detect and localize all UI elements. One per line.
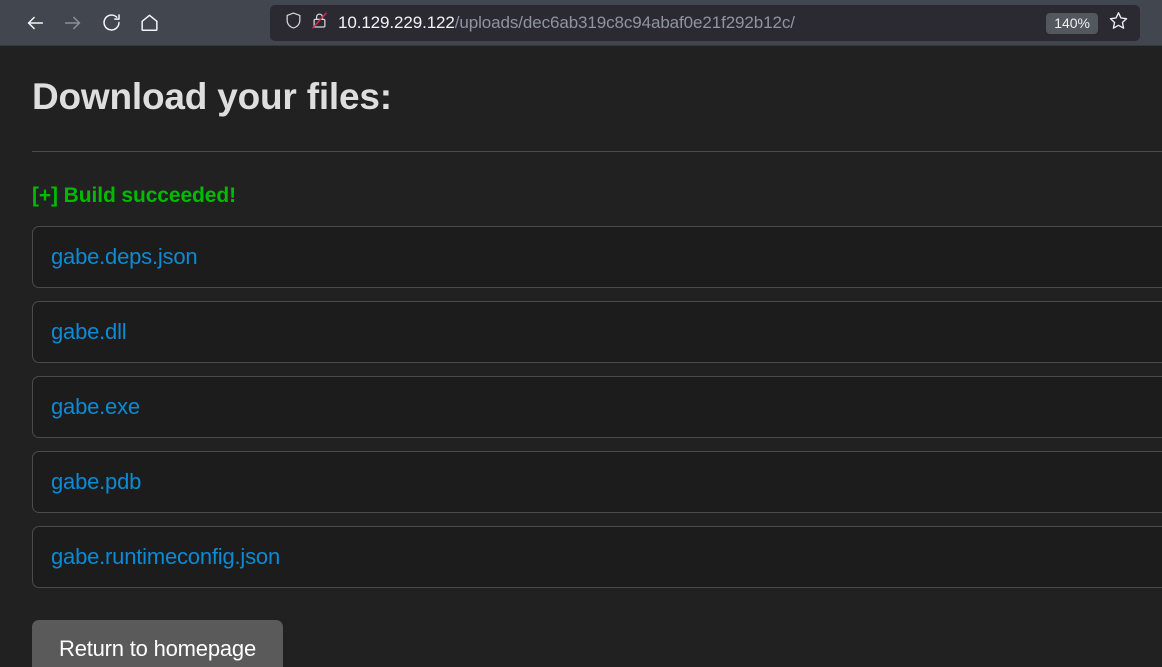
lock-slashed-icon xyxy=(310,11,329,35)
file-list: gabe.deps.json gabe.dll gabe.exe gabe.pd… xyxy=(32,225,1162,588)
list-item[interactable]: gabe.pdb xyxy=(32,450,1162,513)
list-item[interactable]: gabe.deps.json xyxy=(32,225,1162,288)
back-arrow-icon xyxy=(24,12,46,34)
reload-icon xyxy=(101,12,122,33)
forward-arrow-icon xyxy=(62,12,84,34)
file-download-link[interactable]: gabe.pdb xyxy=(51,469,141,495)
list-item[interactable]: gabe.runtimeconfig.json xyxy=(32,525,1162,588)
page-content: Download your files: [+] Build succeeded… xyxy=(0,46,1162,667)
url-input[interactable]: 10.129.229.122/uploads/dec6ab319c8c94aba… xyxy=(338,5,1046,41)
list-item[interactable]: gabe.dll xyxy=(32,300,1162,363)
url-bar[interactable]: 10.129.229.122/uploads/dec6ab319c8c94aba… xyxy=(270,5,1140,41)
navigation-buttons xyxy=(18,6,166,40)
star-icon xyxy=(1108,10,1129,36)
page-title: Download your files: xyxy=(32,76,392,117)
zoom-level-badge[interactable]: 140% xyxy=(1046,12,1098,34)
shield-button[interactable] xyxy=(280,10,306,36)
home-icon xyxy=(139,12,160,33)
file-download-link[interactable]: gabe.exe xyxy=(51,394,140,420)
file-download-link[interactable]: gabe.runtimeconfig.json xyxy=(51,544,280,570)
title-divider xyxy=(32,150,1162,152)
back-button[interactable] xyxy=(18,6,52,40)
insecure-connection-button[interactable] xyxy=(306,10,332,36)
home-button[interactable] xyxy=(132,6,166,40)
reload-button[interactable] xyxy=(94,6,128,40)
forward-button[interactable] xyxy=(56,6,90,40)
list-item[interactable]: gabe.exe xyxy=(32,375,1162,438)
url-host: 10.129.229.122 xyxy=(338,13,455,32)
shield-icon xyxy=(284,11,303,35)
browser-toolbar: 10.129.229.122/uploads/dec6ab319c8c94aba… xyxy=(0,0,1162,46)
bookmark-button[interactable] xyxy=(1102,8,1134,38)
file-download-link[interactable]: gabe.dll xyxy=(51,319,127,345)
url-path: /uploads/dec6ab319c8c94abaf0e21f292b12c/ xyxy=(454,13,795,32)
file-download-link[interactable]: gabe.deps.json xyxy=(51,244,198,270)
build-status-message: [+] Build succeeded! xyxy=(32,183,236,207)
content-container: Download your files: [+] Build succeeded… xyxy=(0,76,1162,667)
return-to-homepage-button[interactable]: Return to homepage xyxy=(32,619,283,667)
